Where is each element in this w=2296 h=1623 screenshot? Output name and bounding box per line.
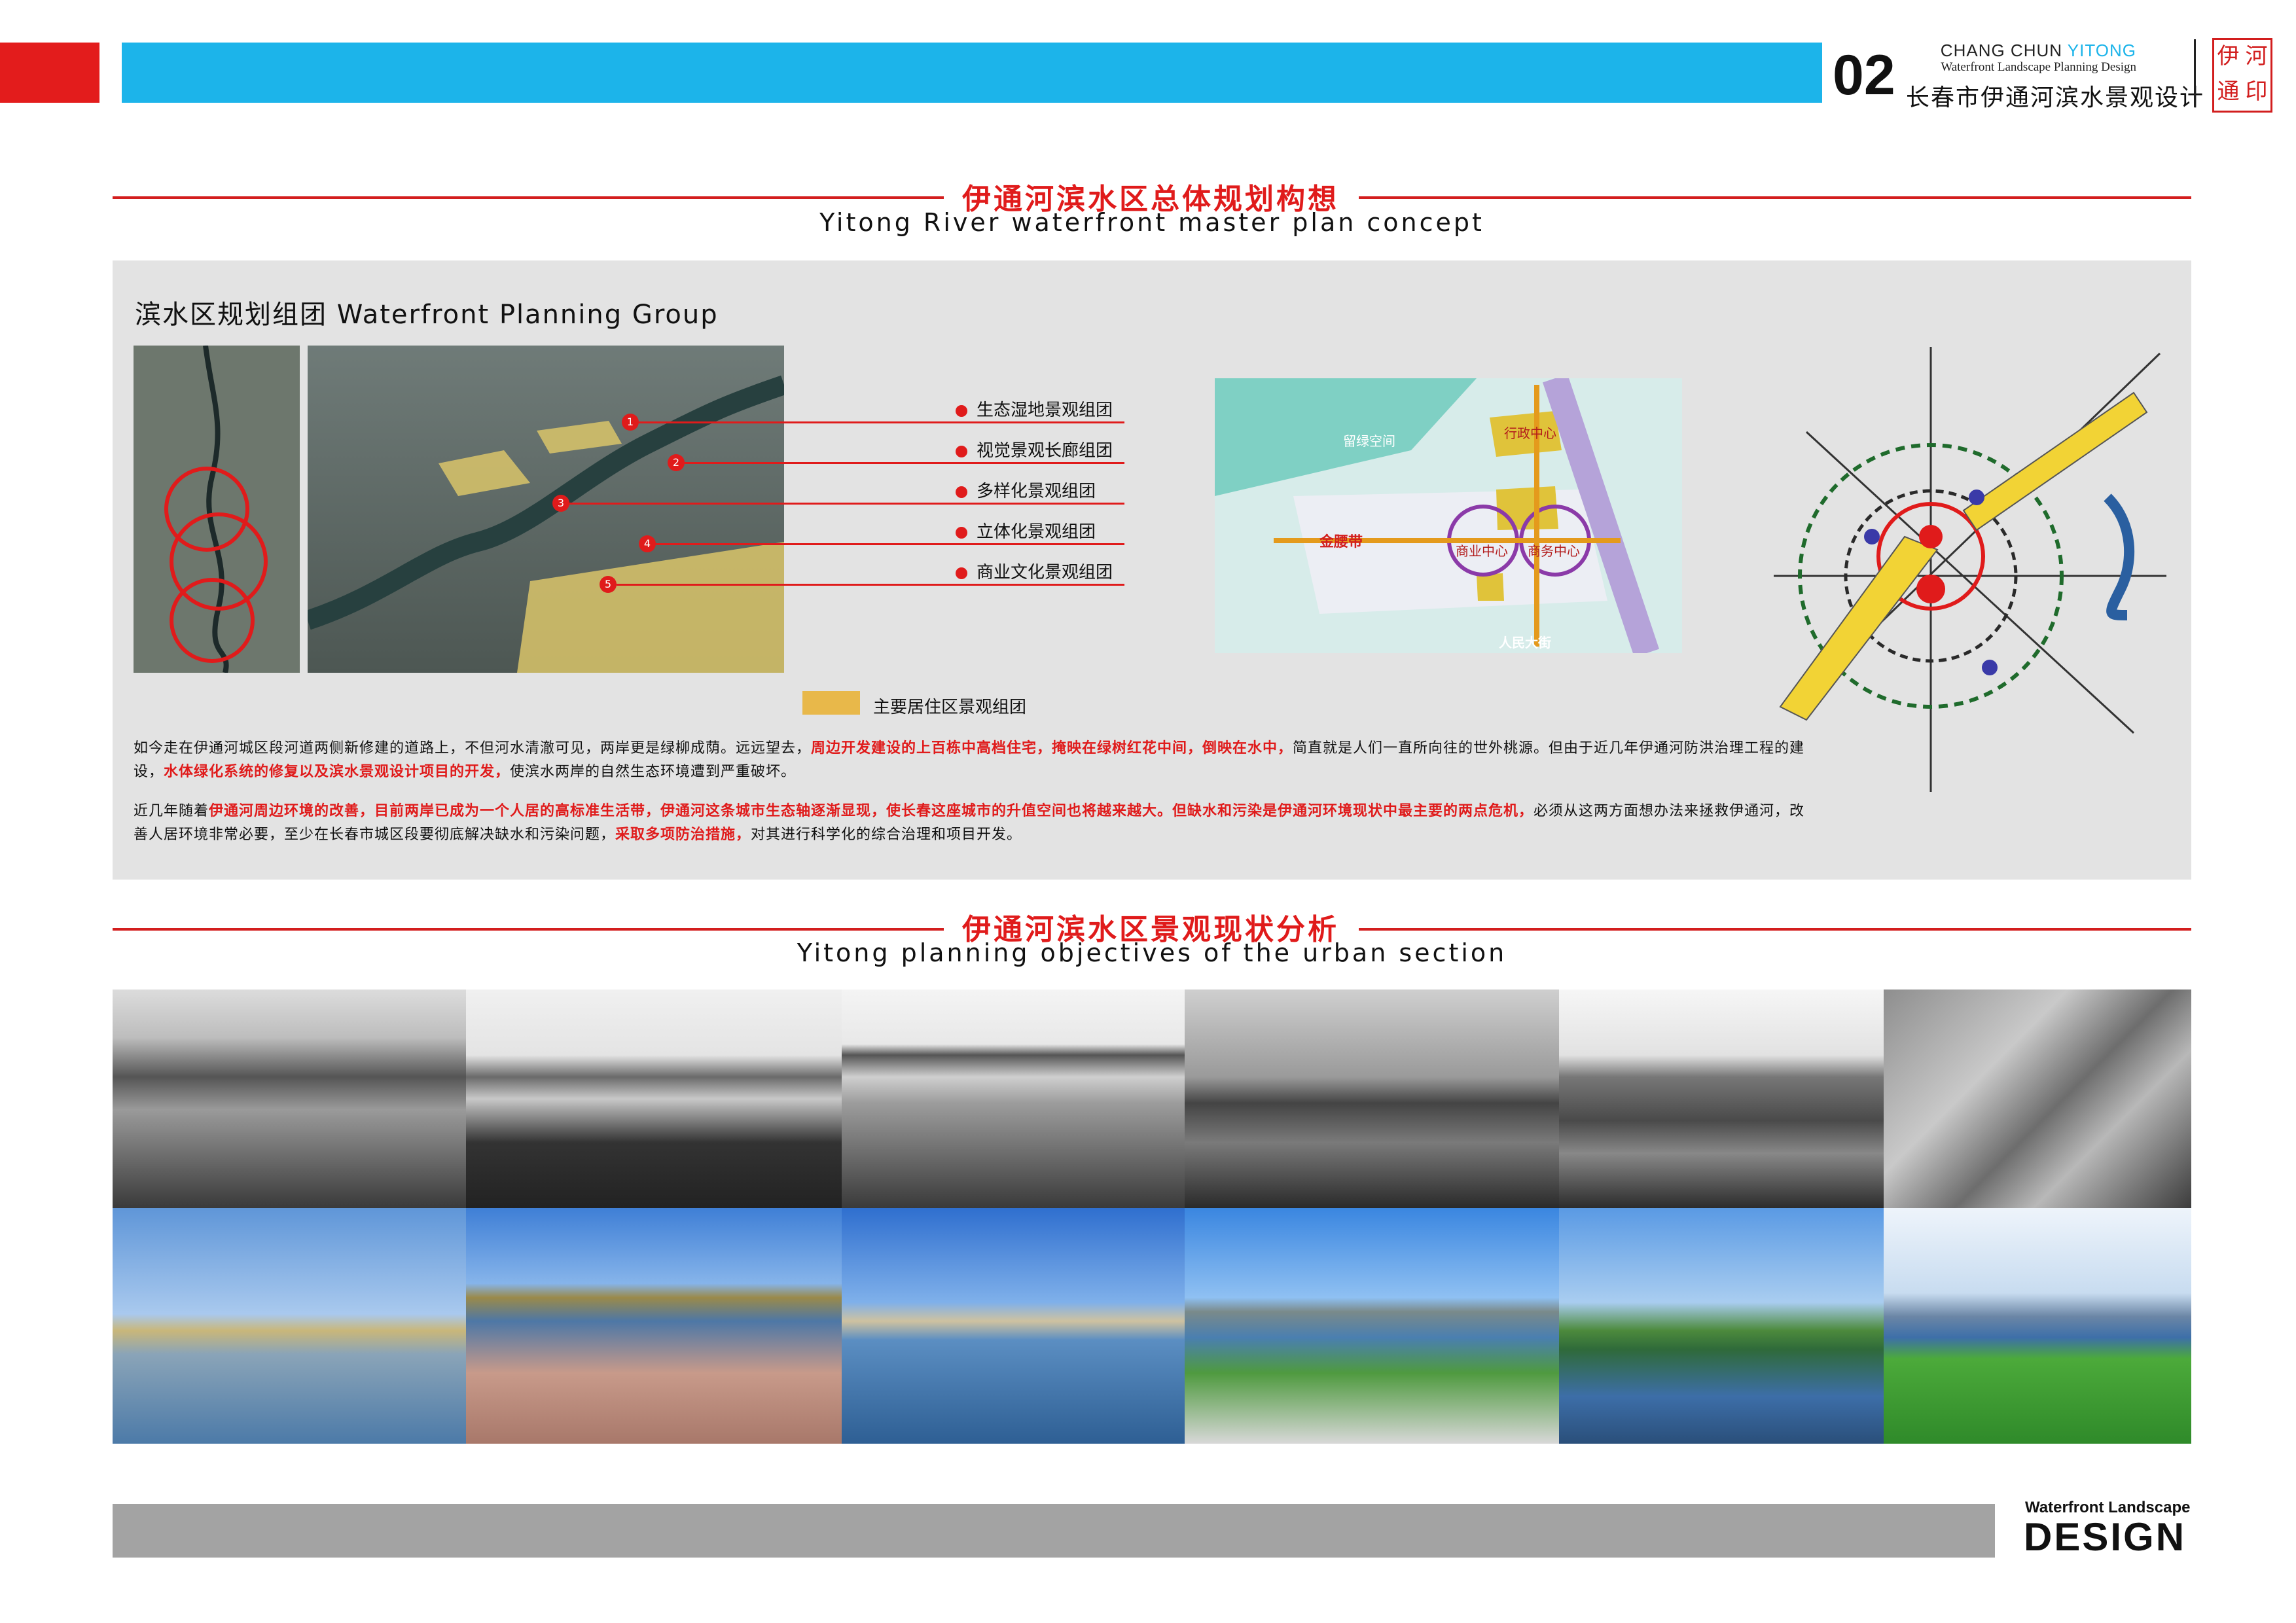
header-city: CHANG CHUN YITONG	[1940, 41, 2136, 60]
footer-subtitle: Waterfront Landscape	[2025, 1499, 2191, 1516]
group-leader-5	[617, 584, 1124, 586]
group-label-4: 立体化景观组团	[956, 518, 1096, 543]
bw-photo-2	[466, 990, 842, 1208]
group-marker-2: 2	[668, 454, 685, 471]
map-label-gold-belt: 金腰带	[1319, 534, 1363, 550]
satellite-strip-image	[134, 346, 300, 673]
section1-rule-left	[113, 196, 944, 199]
group-dot	[956, 527, 967, 539]
bw-photo-4	[1185, 990, 1559, 1208]
panel-title: 滨水区规划组团 Waterfront Planning Group	[135, 300, 719, 330]
map-label-green: 留绿空间	[1343, 433, 1395, 449]
header-blue-bar	[122, 43, 1822, 103]
footer-design: DESIGN	[2024, 1515, 2187, 1559]
page-number: 02	[1833, 44, 1895, 107]
residential-swatch	[802, 691, 860, 715]
group-marker-1: 1	[622, 414, 639, 431]
map-label-commercial: 商业中心	[1456, 543, 1508, 559]
footer-bar	[113, 1504, 1995, 1558]
group-marker-3: 3	[552, 495, 569, 512]
group-dot	[956, 446, 967, 457]
map-label-avenue: 人民大街	[1499, 635, 1551, 651]
section2-title-en: Yitong planning objectives of the urban …	[797, 938, 1507, 967]
group-dot	[956, 567, 967, 579]
group-leader-4	[656, 543, 1124, 545]
section1-rule-right	[1359, 196, 2191, 199]
group-leader-1	[639, 421, 1124, 423]
color-photo-1	[113, 1208, 466, 1444]
group-label-5: 商业文化景观组团	[956, 559, 1113, 583]
bw-photo-1	[113, 990, 466, 1208]
city-plan-map	[1215, 378, 1682, 653]
group-label-1: 生态湿地景观组团	[956, 397, 1113, 421]
header-divider	[2194, 39, 2196, 107]
group-marker-5: 5	[600, 576, 617, 593]
section2-rule-right	[1359, 928, 2191, 931]
bw-photo-5	[1559, 990, 1884, 1208]
concept-diagram	[1767, 340, 2173, 798]
section2-rule-left	[113, 928, 944, 931]
group-marker-4: 4	[639, 535, 656, 552]
map-label-business: 商务中心	[1528, 543, 1580, 559]
color-photo-3	[842, 1208, 1185, 1444]
group-label-2: 视觉景观长廊组团	[956, 437, 1113, 461]
color-photo-6	[1884, 1208, 2191, 1444]
aerial-perspective-image	[308, 346, 784, 673]
residential-legend: 主要居住区景观组团	[873, 698, 1027, 717]
seal-logo: 伊河 通印	[2212, 38, 2272, 113]
color-photo-2	[466, 1208, 842, 1444]
group-dot	[956, 486, 967, 498]
header-red-block	[0, 43, 99, 103]
paragraph-1: 如今走在伊通河城区段河道两侧新修建的道路上，不但河水清澈可见，两岸更是绿柳成荫。…	[134, 740, 1805, 780]
map-label-admin: 行政中心	[1504, 425, 1556, 441]
color-photo-5	[1559, 1208, 1884, 1444]
group-leader-2	[685, 462, 1124, 464]
bw-photo-3	[842, 990, 1185, 1208]
color-photo-4	[1185, 1208, 1559, 1444]
header-subtitle: Waterfront Landscape Planning Design	[1941, 60, 2136, 74]
group-leader-3	[569, 503, 1124, 505]
group-label-3: 多样化景观组团	[956, 478, 1096, 502]
section1-title-en: Yitong River waterfront master plan conc…	[819, 208, 1484, 237]
page-title: 长春市伊通河滨水景观设计	[1906, 84, 2205, 111]
bw-photo-6	[1884, 990, 2191, 1208]
group-dot	[956, 405, 967, 417]
paragraph-2: 近几年随着伊通河周边环境的改善，目前两岸已成为一个人居的高标准生活带，伊通河这条…	[134, 803, 1805, 843]
